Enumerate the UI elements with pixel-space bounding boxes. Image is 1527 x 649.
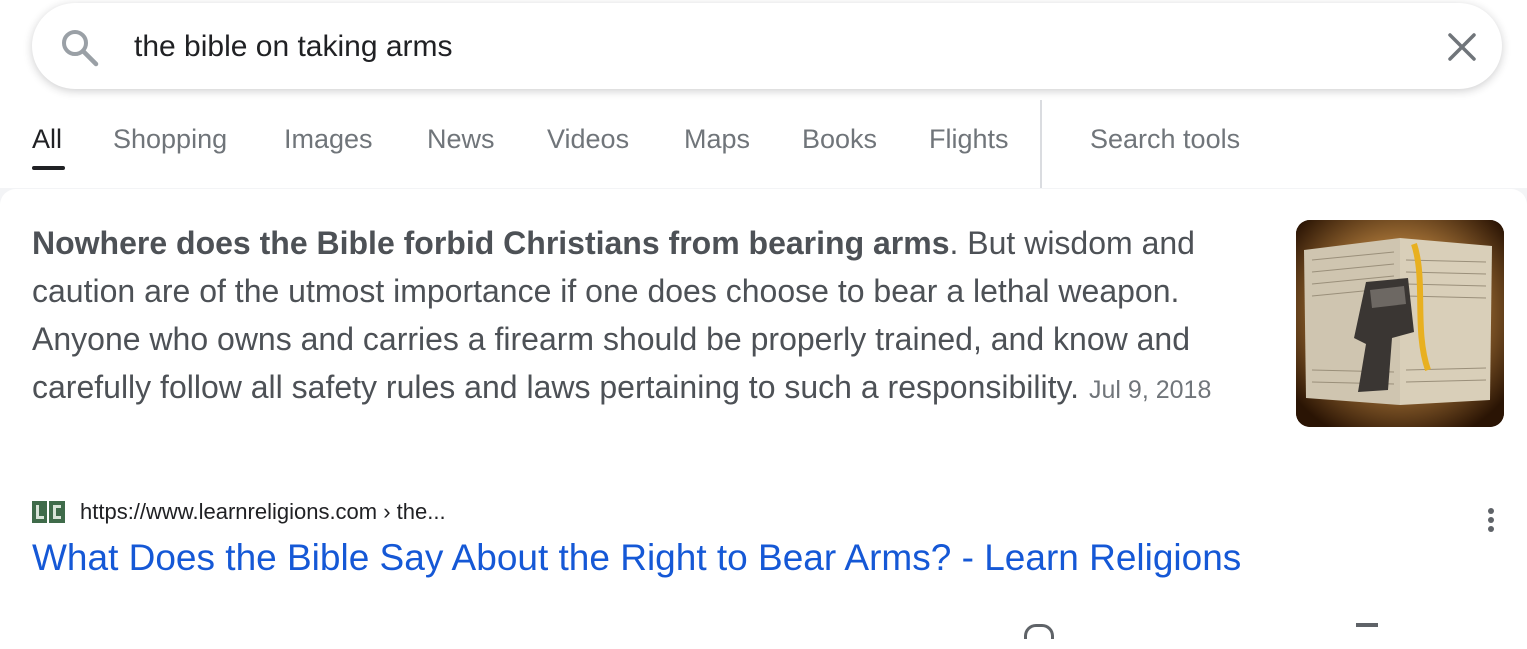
tab-videos[interactable]: Videos xyxy=(547,124,629,155)
active-tab-indicator xyxy=(32,166,65,170)
snippet-bold-text: Nowhere does the Bible forbid Christians… xyxy=(32,225,950,261)
result-title-link[interactable]: What Does the Bible Say About the Right … xyxy=(32,537,1241,579)
snippet-date: Jul 9, 2018 xyxy=(1089,376,1212,404)
tab-maps[interactable]: Maps xyxy=(684,124,750,155)
search-tabs: All Shopping Images News Videos Maps Boo… xyxy=(0,100,1527,188)
tab-images[interactable]: Images xyxy=(284,124,373,155)
tab-all[interactable]: All xyxy=(32,124,62,155)
tab-shopping[interactable]: Shopping xyxy=(113,124,227,155)
tab-divider xyxy=(1040,100,1042,188)
close-icon[interactable] xyxy=(1444,29,1480,65)
result-url[interactable]: https://www.learnreligions.com › the... xyxy=(80,499,446,525)
tab-flights[interactable]: Flights xyxy=(929,124,1009,155)
tab-news[interactable]: News xyxy=(427,124,495,155)
tab-books[interactable]: Books xyxy=(802,124,877,155)
search-icon[interactable] xyxy=(60,28,100,68)
more-vert-icon[interactable] xyxy=(1480,497,1502,543)
partial-icon xyxy=(1356,623,1378,635)
result-card: Nowhere does the Bible forbid Christians… xyxy=(0,189,1527,649)
result-source: https://www.learnreligions.com › the... xyxy=(32,497,1502,532)
bible-with-handgun-image[interactable] xyxy=(1296,220,1504,427)
search-input[interactable]: the bible on taking arms xyxy=(134,30,453,64)
featured-snippet-text: Nowhere does the Bible forbid Christians… xyxy=(32,219,1282,414)
search-header: the bible on taking arms All Shopping Im… xyxy=(0,0,1527,188)
partial-icon xyxy=(1024,624,1054,639)
search-tools-button[interactable]: Search tools xyxy=(1090,124,1240,155)
learnreligions-favicon xyxy=(32,501,65,523)
